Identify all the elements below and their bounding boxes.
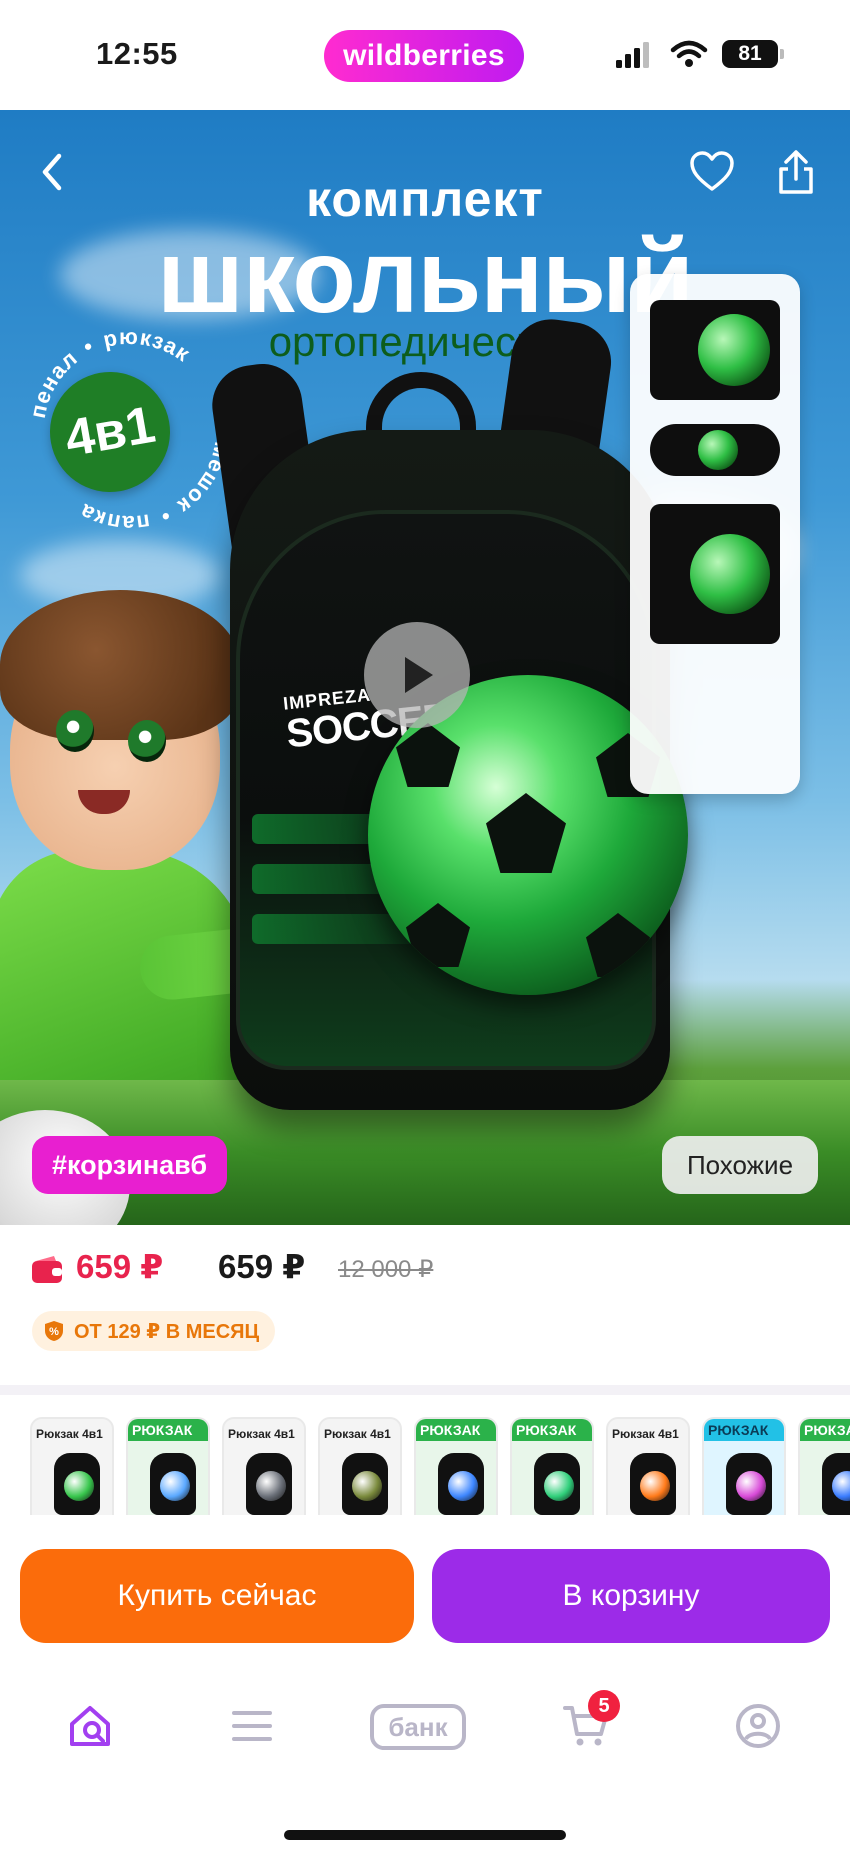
similar-button[interactable]: Похожие — [662, 1136, 818, 1194]
kit-item-bag — [650, 504, 780, 644]
svg-text:%: % — [49, 1326, 59, 1338]
price-section: 659 ₽ 659 ₽ 12 000 ₽ % ОТ 129 ₽ В МЕСЯЦ — [0, 1225, 850, 1380]
thumbnail-title: Рюкзак 4в1 — [36, 1427, 103, 1441]
thumbnail-ball — [256, 1471, 286, 1501]
thumbnail-title: Рюкзак 4в1 — [228, 1427, 295, 1441]
thumbnail-ball — [544, 1471, 574, 1501]
variant-thumbnail[interactable]: РЮКЗАК — [126, 1417, 210, 1529]
catalog-icon — [232, 1711, 272, 1741]
boy-illustration-hair — [0, 590, 240, 740]
ball-patch — [406, 903, 470, 967]
thumbnail-title: РЮКЗАК — [416, 1419, 496, 1441]
wildberries-logo[interactable]: wildberries — [324, 30, 524, 82]
thumbnail-ball — [352, 1471, 382, 1501]
kit-items-card — [630, 274, 800, 794]
thumbnail-ball — [640, 1471, 670, 1501]
share-button[interactable] — [764, 140, 828, 204]
nav-catalog[interactable] — [212, 1696, 292, 1756]
thumbnail-ball — [64, 1471, 94, 1501]
heart-icon — [690, 151, 734, 191]
old-price: 12 000 ₽ — [338, 1256, 434, 1283]
kit-item-pencil-case — [650, 424, 780, 476]
battery-icon: 81 — [722, 40, 784, 68]
variant-thumbnail[interactable]: РЮКЗАК — [414, 1417, 498, 1529]
profile-icon — [736, 1704, 780, 1748]
kit-item-folder — [650, 300, 780, 400]
variant-thumbnail[interactable]: РЮКЗА — [798, 1417, 850, 1529]
nav-profile[interactable] — [718, 1696, 798, 1756]
variant-thumbnail[interactable]: РЮКЗАК — [510, 1417, 594, 1529]
bottom-navigation: банк 5 — [0, 1650, 850, 1850]
cellular-signal-icon — [616, 42, 649, 68]
thumbnail-title: РЮКЗАК — [704, 1419, 784, 1441]
thumbnail-ball — [448, 1471, 478, 1501]
play-icon — [405, 657, 433, 693]
share-icon — [779, 150, 813, 194]
variant-thumbnail[interactable]: Рюкзак 4в1 — [222, 1417, 306, 1529]
current-price: 659 ₽ — [218, 1248, 306, 1285]
clock: 12:55 — [96, 36, 178, 71]
cart-count-badge: 5 — [588, 1690, 620, 1722]
home-indicator — [284, 1830, 566, 1840]
thumbnail-ball — [736, 1471, 766, 1501]
add-to-cart-button[interactable]: В корзину — [432, 1549, 830, 1643]
boy-eye — [56, 710, 94, 752]
thumbnail-ball — [160, 1471, 190, 1501]
variant-thumbnails: Рюкзак 4в1 РЮКЗАК Рюкзак 4в1 Рюкзак 4в1 РЮКЗ… — [0, 1385, 850, 1529]
thumbnail-title: Рюкзак 4в1 — [612, 1427, 679, 1441]
boy-eye — [128, 720, 166, 762]
ball-patch — [396, 723, 460, 787]
back-button[interactable] — [20, 140, 84, 204]
buy-now-button[interactable]: Купить сейчас — [20, 1549, 414, 1643]
thumbnail-title: Рюкзак 4в1 — [324, 1427, 391, 1441]
home-icon — [70, 1706, 110, 1746]
variant-thumbnail[interactable]: Рюкзак 4в1 — [606, 1417, 690, 1529]
nav-bank[interactable]: банк — [370, 1704, 466, 1750]
wallet-icon — [32, 1256, 62, 1283]
purchase-actions: Купить сейчас В корзину — [0, 1515, 850, 1645]
ball-patch — [486, 793, 566, 873]
wallet-price: 659 ₽ — [76, 1248, 164, 1285]
wifi-icon — [670, 40, 708, 67]
thumbnail-title: РЮКЗАК — [512, 1419, 592, 1441]
thumbnail-title: РЮКЗАК — [128, 1419, 208, 1441]
percent-shield-icon: % — [45, 1321, 63, 1341]
play-video-button[interactable] — [364, 622, 470, 728]
ball-patch — [586, 913, 650, 977]
hashtag-badge[interactable]: #корзинавб — [32, 1136, 228, 1194]
product-gallery[interactable]: комплект школьный ортопедический пенал•р… — [0, 110, 850, 1225]
thumbnail-title: РЮКЗА — [800, 1419, 850, 1441]
status-bar: 12:55 wildberries 81 — [0, 0, 850, 110]
favorite-button[interactable] — [680, 140, 744, 204]
installment-badge[interactable]: % ОТ 129 ₽ В МЕСЯЦ — [32, 1311, 276, 1351]
variant-thumbnail[interactable]: Рюкзак 4в1 — [318, 1417, 402, 1529]
variant-thumbnail[interactable]: Рюкзак 4в1 — [30, 1417, 114, 1529]
nav-home[interactable] — [50, 1696, 130, 1756]
back-arrow-icon — [42, 153, 62, 191]
installment-text: ОТ 129 ₽ В МЕСЯЦ — [74, 1320, 260, 1343]
variant-thumbnail[interactable]: РЮКЗАК — [702, 1417, 786, 1529]
